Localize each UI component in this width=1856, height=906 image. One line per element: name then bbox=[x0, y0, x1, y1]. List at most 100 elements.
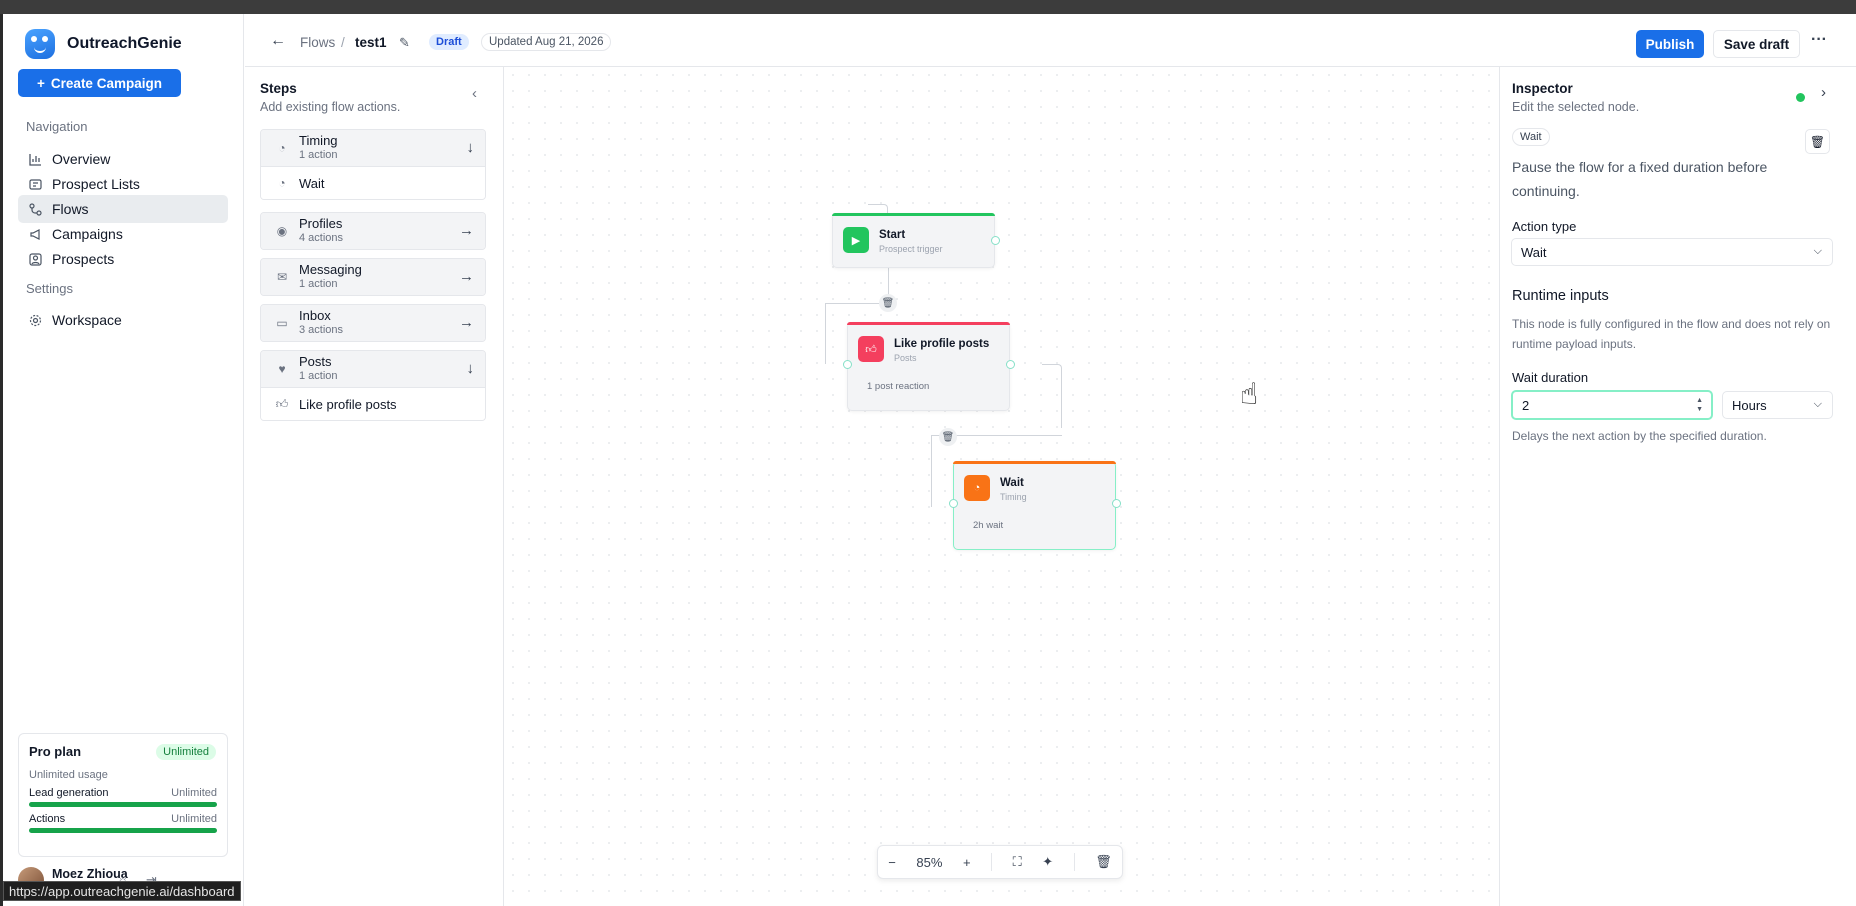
app-logo[interactable]: OutreachGenie bbox=[25, 29, 182, 59]
lead-generation-progress bbox=[29, 802, 217, 807]
clock-icon: ◔ bbox=[278, 176, 286, 190]
step-group-name: Messaging bbox=[299, 262, 362, 277]
inspector-title: Inspector bbox=[1512, 81, 1573, 96]
node-accent-bar bbox=[832, 213, 995, 216]
step-action-wait[interactable]: ◔ Wait bbox=[261, 166, 485, 199]
step-action-like-profile-posts[interactable]: 👍︎ Like profile posts bbox=[261, 387, 485, 420]
auto-layout-icon[interactable]: ✦ bbox=[1042, 854, 1053, 870]
fit-view-icon[interactable]: ⛶ bbox=[1013, 854, 1022, 870]
action-type-select[interactable]: Wait ⌵ bbox=[1511, 238, 1833, 266]
plan-badge: Unlimited bbox=[156, 744, 216, 760]
stepper-icon[interactable]: ▲ ▼ bbox=[1696, 396, 1703, 414]
nav-item-overview[interactable]: Overview bbox=[18, 145, 228, 173]
node-subtitle: Timing bbox=[1000, 492, 1027, 502]
trash-icon[interactable]: 🗑︎ bbox=[1095, 854, 1112, 870]
sidebar: OutreachGenie + Create Campaign Navigati… bbox=[3, 14, 244, 906]
arrow-down-icon: ↓ bbox=[466, 139, 475, 156]
navigation-section-label: Navigation bbox=[26, 119, 88, 134]
flow-node-like-profile-posts[interactable]: 👍︎ Like profile posts Posts 1 post react… bbox=[843, 322, 1015, 411]
step-group-name: Posts bbox=[299, 354, 332, 369]
chevron-left-icon[interactable]: ‹ bbox=[472, 85, 477, 102]
plus-icon: + bbox=[37, 75, 45, 91]
zoom-toolbar: − 85% + ⛶ ✦ 🗑︎ bbox=[877, 845, 1123, 879]
node-input-handle[interactable] bbox=[949, 499, 958, 508]
node-subtitle: Posts bbox=[894, 353, 917, 363]
zoom-level: 85% bbox=[916, 854, 943, 870]
step-group-header[interactable]: ♥ Posts 1 action ↓ bbox=[261, 351, 485, 387]
step-group-posts: ♥ Posts 1 action ↓ 👍︎ Like profile posts bbox=[260, 350, 486, 421]
nav-item-workspace[interactable]: Workspace bbox=[18, 306, 228, 334]
inbox-icon: ▭ bbox=[276, 316, 288, 330]
node-output-handle[interactable] bbox=[1112, 499, 1121, 508]
save-draft-button[interactable]: Save draft bbox=[1713, 30, 1800, 58]
flow-icon bbox=[28, 202, 42, 216]
flow-node-start[interactable]: ▶ Start Prospect trigger bbox=[832, 213, 1000, 268]
step-group-header[interactable]: ✉ Messaging 1 action → bbox=[261, 259, 485, 295]
publish-button[interactable]: Publish bbox=[1636, 30, 1704, 58]
edit-icon[interactable]: ✎ bbox=[399, 35, 410, 51]
nav-item-label: Prospect Lists bbox=[52, 176, 140, 192]
megaphone-icon bbox=[28, 227, 42, 241]
runtime-inputs-title: Runtime inputs bbox=[1512, 288, 1609, 304]
edge-connector bbox=[825, 303, 826, 364]
inspector-panel: Inspector Edit the selected node. › Wait… bbox=[1499, 67, 1856, 906]
delete-node-button[interactable]: 🗑︎ bbox=[1805, 129, 1830, 154]
trash-icon[interactable]: 🗑︎ bbox=[939, 428, 957, 446]
step-group-count: 1 action bbox=[299, 370, 338, 382]
step-group-header[interactable]: ◔ Timing 1 action ↓ bbox=[261, 130, 485, 166]
step-group-header[interactable]: ◉ Profiles 4 actions → bbox=[261, 213, 485, 249]
arrow-right-icon: → bbox=[459, 314, 474, 331]
node-detail: 1 post reaction bbox=[867, 381, 930, 392]
user-icon bbox=[28, 252, 42, 266]
step-group-header[interactable]: ▭ Inbox 3 actions → bbox=[261, 305, 485, 341]
node-title: Wait bbox=[1000, 477, 1024, 489]
node-accent-bar bbox=[953, 461, 1116, 464]
flow-node-wait[interactable]: ◔ Wait Timing 2h wait bbox=[949, 461, 1121, 550]
arrow-right-icon: → bbox=[459, 268, 474, 285]
action-type-label: Action type bbox=[1512, 219, 1577, 234]
chart-icon bbox=[28, 152, 42, 166]
plan-row-value: Unlimited bbox=[171, 787, 217, 799]
node-output-handle[interactable] bbox=[1006, 360, 1015, 369]
plan-row: Actions Unlimited bbox=[29, 813, 217, 825]
status-indicator bbox=[1796, 93, 1805, 102]
nav-item-prospect-lists[interactable]: Prospect Lists bbox=[18, 170, 228, 198]
duration-unit-select[interactable]: Hours ⌵ bbox=[1722, 391, 1833, 419]
updated-badge: Updated Aug 21, 2026 bbox=[481, 33, 612, 51]
inspector-subtitle: Edit the selected node. bbox=[1512, 100, 1640, 114]
node-accent-bar bbox=[847, 322, 1010, 325]
node-input-handle[interactable] bbox=[843, 360, 852, 369]
trash-icon[interactable]: 🗑︎ bbox=[879, 294, 897, 312]
nav-item-flows[interactable]: Flows bbox=[18, 195, 228, 223]
nav-item-campaigns[interactable]: Campaigns bbox=[18, 220, 228, 248]
heart-icon: ♥ bbox=[278, 362, 286, 376]
step-group-messaging: ✉ Messaging 1 action → bbox=[260, 258, 486, 296]
status-badge: Draft bbox=[429, 34, 469, 50]
nav-item-label: Overview bbox=[52, 151, 111, 167]
edge-connector bbox=[931, 435, 932, 507]
zoom-out-icon[interactable]: − bbox=[888, 855, 896, 870]
step-action-label: Wait bbox=[299, 175, 325, 191]
chevron-right-icon[interactable]: › bbox=[1821, 84, 1826, 101]
step-group-count: 3 actions bbox=[299, 324, 344, 336]
wait-duration-label: Wait duration bbox=[1512, 370, 1589, 385]
duration-unit-value: Hours bbox=[1732, 397, 1767, 413]
action-type-value: Wait bbox=[1521, 244, 1547, 260]
wait-duration-input[interactable]: 2 ▲ ▼ bbox=[1511, 390, 1713, 420]
step-action-label: Like profile posts bbox=[299, 396, 397, 412]
node-subtitle: Prospect trigger bbox=[879, 244, 943, 254]
step-group-count: 1 action bbox=[299, 278, 338, 290]
nav-item-label: Workspace bbox=[52, 312, 122, 328]
flow-canvas[interactable]: ▶ Start Prospect trigger 🗑︎ 👍︎ Like prof… bbox=[505, 67, 1499, 906]
clock-icon: ◔ bbox=[278, 141, 286, 155]
more-options-icon[interactable]: ··· bbox=[1811, 31, 1827, 49]
flow-name: test1 bbox=[355, 35, 387, 50]
toolbar-divider bbox=[991, 853, 993, 871]
zoom-in-icon[interactable]: + bbox=[963, 855, 971, 870]
node-output-handle[interactable] bbox=[991, 236, 1000, 245]
nav-item-prospects[interactable]: Prospects bbox=[18, 245, 228, 273]
create-campaign-button[interactable]: + Create Campaign bbox=[18, 69, 181, 97]
nav-item-label: Flows bbox=[52, 201, 89, 217]
breadcrumb-flows[interactable]: Flows bbox=[300, 35, 335, 50]
back-arrow-icon[interactable]: ← bbox=[270, 32, 286, 50]
